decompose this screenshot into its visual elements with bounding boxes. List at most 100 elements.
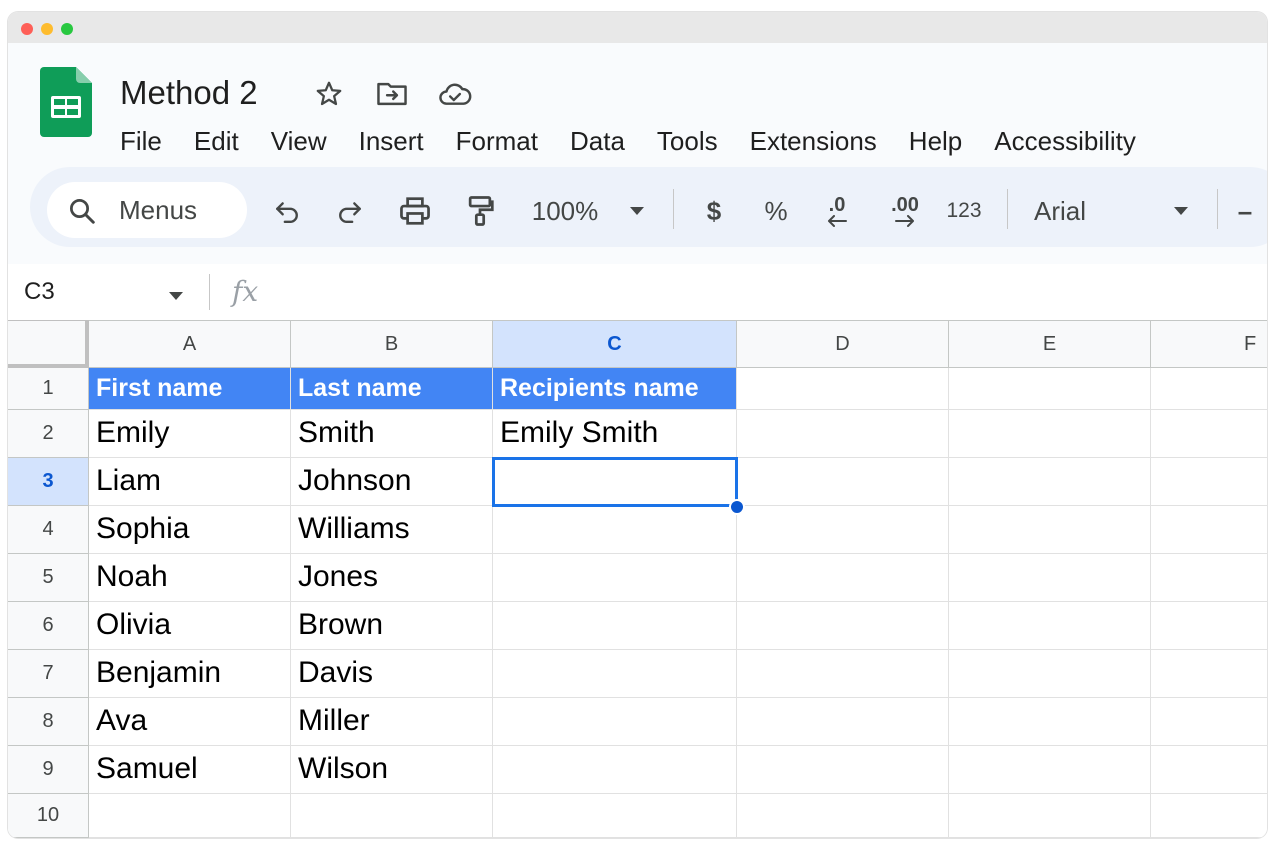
decrease-decimal-button[interactable]: .0 [815, 191, 859, 231]
row-header-4[interactable]: 4 [8, 506, 89, 554]
cell-e9[interactable] [949, 746, 1151, 794]
cell-f2[interactable] [1151, 410, 1267, 458]
cell-a4[interactable]: Sophia [89, 506, 291, 554]
currency-format-button[interactable]: $ [694, 191, 734, 231]
cell-e5[interactable] [949, 554, 1151, 602]
menu-format[interactable]: Format [456, 123, 538, 159]
column-header-e[interactable]: E [949, 320, 1151, 368]
more-formats-button[interactable]: 123 [942, 191, 986, 231]
cell-e8[interactable] [949, 698, 1151, 746]
column-header-b[interactable]: B [291, 320, 493, 368]
row-header-8[interactable]: 8 [8, 698, 89, 746]
menu-edit[interactable]: Edit [194, 123, 239, 159]
menus-search-box[interactable]: Menus [47, 182, 247, 238]
cell-c5[interactable] [493, 554, 737, 602]
undo-icon[interactable] [267, 191, 307, 231]
cell-b4[interactable]: Williams [291, 506, 493, 554]
cell-e10[interactable] [949, 794, 1151, 838]
cell-c1[interactable]: Recipients name [493, 368, 737, 410]
row-header-9[interactable]: 9 [8, 746, 89, 794]
cell-c10[interactable] [493, 794, 737, 838]
cell-f10[interactable] [1151, 794, 1267, 838]
menu-view[interactable]: View [271, 123, 327, 159]
row-header-10[interactable]: 10 [8, 794, 89, 838]
cell-d5[interactable] [737, 554, 949, 602]
cell-f7[interactable] [1151, 650, 1267, 698]
cell-e4[interactable] [949, 506, 1151, 554]
redo-icon[interactable] [330, 191, 370, 231]
cell-a3[interactable]: Liam [89, 458, 291, 506]
menu-tools[interactable]: Tools [657, 123, 718, 159]
cell-e2[interactable] [949, 410, 1151, 458]
menu-accessibility[interactable]: Accessibility [994, 123, 1136, 159]
star-icon[interactable] [312, 79, 346, 109]
row-header-1[interactable]: 1 [8, 368, 89, 410]
cell-b9[interactable]: Wilson [291, 746, 493, 794]
menu-help[interactable]: Help [909, 123, 962, 159]
cell-d8[interactable] [737, 698, 949, 746]
cell-b8[interactable]: Miller [291, 698, 493, 746]
cell-d6[interactable] [737, 602, 949, 650]
document-title[interactable]: Method 2 [120, 73, 258, 113]
cell-f3[interactable] [1151, 458, 1267, 506]
row-header-6[interactable]: 6 [8, 602, 89, 650]
cell-d10[interactable] [737, 794, 949, 838]
sheets-logo-icon[interactable] [40, 67, 92, 137]
cell-c6[interactable] [493, 602, 737, 650]
cloud-saved-icon[interactable] [438, 79, 472, 109]
cell-a2[interactable]: Emily [89, 410, 291, 458]
cell-a9[interactable]: Samuel [89, 746, 291, 794]
select-all-corner[interactable] [8, 320, 89, 368]
cell-f9[interactable] [1151, 746, 1267, 794]
cell-f4[interactable] [1151, 506, 1267, 554]
cell-c3[interactable] [493, 458, 737, 506]
minimize-window-button[interactable] [41, 23, 53, 35]
cell-e3[interactable] [949, 458, 1151, 506]
zoom-window-button[interactable] [61, 23, 73, 35]
row-header-3[interactable]: 3 [8, 458, 89, 506]
cell-b5[interactable]: Jones [291, 554, 493, 602]
formula-input[interactable] [288, 276, 1188, 308]
cell-c7[interactable] [493, 650, 737, 698]
cell-b6[interactable]: Brown [291, 602, 493, 650]
paint-format-icon[interactable] [460, 191, 500, 231]
zoom-dropdown-icon[interactable] [622, 191, 652, 231]
zoom-select[interactable]: 100% [525, 191, 605, 231]
font-dropdown-icon[interactable] [1166, 191, 1196, 231]
menu-data[interactable]: Data [570, 123, 625, 159]
cell-f1[interactable] [1151, 368, 1267, 410]
name-box[interactable]: C3 [24, 276, 55, 308]
cell-b10[interactable] [291, 794, 493, 838]
menu-extensions[interactable]: Extensions [750, 123, 877, 159]
cell-a1[interactable]: First name [89, 368, 291, 410]
column-header-f[interactable]: F [1151, 320, 1267, 368]
row-header-7[interactable]: 7 [8, 650, 89, 698]
print-icon[interactable] [395, 191, 435, 231]
fill-handle[interactable] [729, 499, 745, 515]
cell-a6[interactable]: Olivia [89, 602, 291, 650]
font-select[interactable]: Arial [1034, 191, 1114, 231]
cell-d7[interactable] [737, 650, 949, 698]
cell-a7[interactable]: Benjamin [89, 650, 291, 698]
move-to-folder-icon[interactable] [375, 79, 409, 109]
cell-c8[interactable] [493, 698, 737, 746]
cell-b2[interactable]: Smith [291, 410, 493, 458]
cell-d3[interactable] [737, 458, 949, 506]
cell-c4[interactable] [493, 506, 737, 554]
cell-f8[interactable] [1151, 698, 1267, 746]
cell-d9[interactable] [737, 746, 949, 794]
name-box-dropdown-icon[interactable] [168, 288, 184, 306]
cell-a5[interactable]: Noah [89, 554, 291, 602]
cell-a8[interactable]: Ava [89, 698, 291, 746]
cell-e6[interactable] [949, 602, 1151, 650]
column-header-d[interactable]: D [737, 320, 949, 368]
cell-b3[interactable]: Johnson [291, 458, 493, 506]
percent-format-button[interactable]: % [756, 191, 796, 231]
cell-f5[interactable] [1151, 554, 1267, 602]
cell-b7[interactable]: Davis [291, 650, 493, 698]
row-header-2[interactable]: 2 [8, 410, 89, 458]
close-window-button[interactable] [21, 23, 33, 35]
cell-d1[interactable] [737, 368, 949, 410]
menu-file[interactable]: File [120, 123, 162, 159]
cell-c9[interactable] [493, 746, 737, 794]
